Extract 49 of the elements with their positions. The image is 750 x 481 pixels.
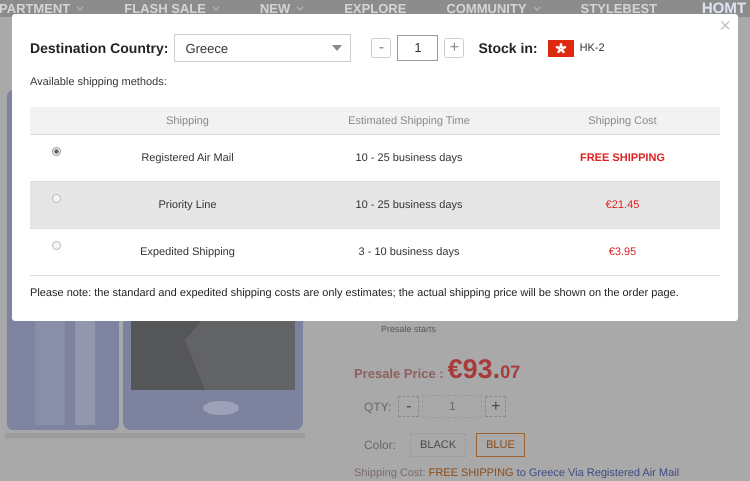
presale-starts-text: Presale starts	[381, 324, 438, 334]
stock-label: Stock in:	[478, 40, 538, 56]
note-text: Please note: the standard and expedited shipping costs are only estimates; the actual shipping price will be shown on the order page.	[30, 287, 680, 299]
table-cell: Priority Line	[158, 199, 217, 211]
nav-item[interactable]: EXPLORE	[344, 0, 406, 17]
close-button[interactable]: ×	[716, 16, 734, 36]
chevron-down-icon	[532, 6, 541, 11]
table-cell: FREE SHIPPING	[580, 152, 665, 164]
price-label: Presale Price :	[354, 366, 444, 381]
increase-button[interactable]: +	[444, 38, 464, 58]
column-header: Estimated Shipping Time	[347, 114, 471, 126]
column-header: Shipping	[165, 114, 210, 126]
qty-label: QTY:	[364, 400, 392, 414]
nav-item[interactable]: NEW	[260, 0, 304, 17]
table-cell: 10 - 25 business days	[355, 152, 462, 164]
price-value: €93.07	[448, 354, 520, 385]
logo[interactable]: HOMT	[702, 0, 750, 17]
dropdown-arrow-icon	[332, 45, 342, 51]
destination-label: Destination Country:	[30, 40, 168, 56]
quantity-field[interactable]: 1	[397, 35, 438, 61]
radio-button[interactable]	[52, 194, 60, 202]
radio-button[interactable]	[52, 146, 60, 156]
table-cell: Registered Air Mail	[141, 152, 234, 164]
decrease-button[interactable]: -	[398, 396, 420, 417]
table-cell: €3.95	[608, 246, 636, 258]
nav-item[interactable]: PARTMENT	[0, 0, 84, 17]
column-header: Shipping Cost	[587, 114, 658, 126]
table-cell: Expedited Shipping	[140, 246, 235, 258]
shipping-cost-text: Shipping Cost: FREE SHIPPING to Greece Via Registered Air Mail	[354, 467, 680, 479]
chevron-down-icon	[212, 6, 220, 11]
nav-item[interactable]: COMMUNITY	[446, 0, 541, 17]
color-option[interactable]: BLUE	[476, 433, 525, 457]
nav-item[interactable]: FLASH SALE	[124, 0, 220, 17]
table-cell: 3 - 10 business days	[358, 246, 460, 258]
decrease-button[interactable]: -	[371, 38, 392, 58]
table-cell: €21.45	[606, 199, 640, 211]
color-label: Color:	[364, 438, 396, 452]
table-cell: 10 - 25 business days	[355, 199, 462, 211]
flag-icon	[548, 40, 574, 56]
radio-button[interactable]	[52, 240, 60, 250]
color-option[interactable]: BLACK	[410, 433, 466, 457]
quantity-field[interactable]: 1	[422, 395, 482, 418]
nav-item[interactable]: STYLEBEST	[580, 0, 658, 17]
chevron-down-icon	[296, 6, 304, 11]
chevron-down-icon	[76, 6, 84, 11]
increase-button[interactable]: +	[485, 396, 506, 417]
country-dropdown[interactable]: Greece	[174, 34, 352, 62]
warehouse-text: HK-2	[580, 42, 605, 54]
section-label: Available shipping methods:	[30, 76, 168, 88]
